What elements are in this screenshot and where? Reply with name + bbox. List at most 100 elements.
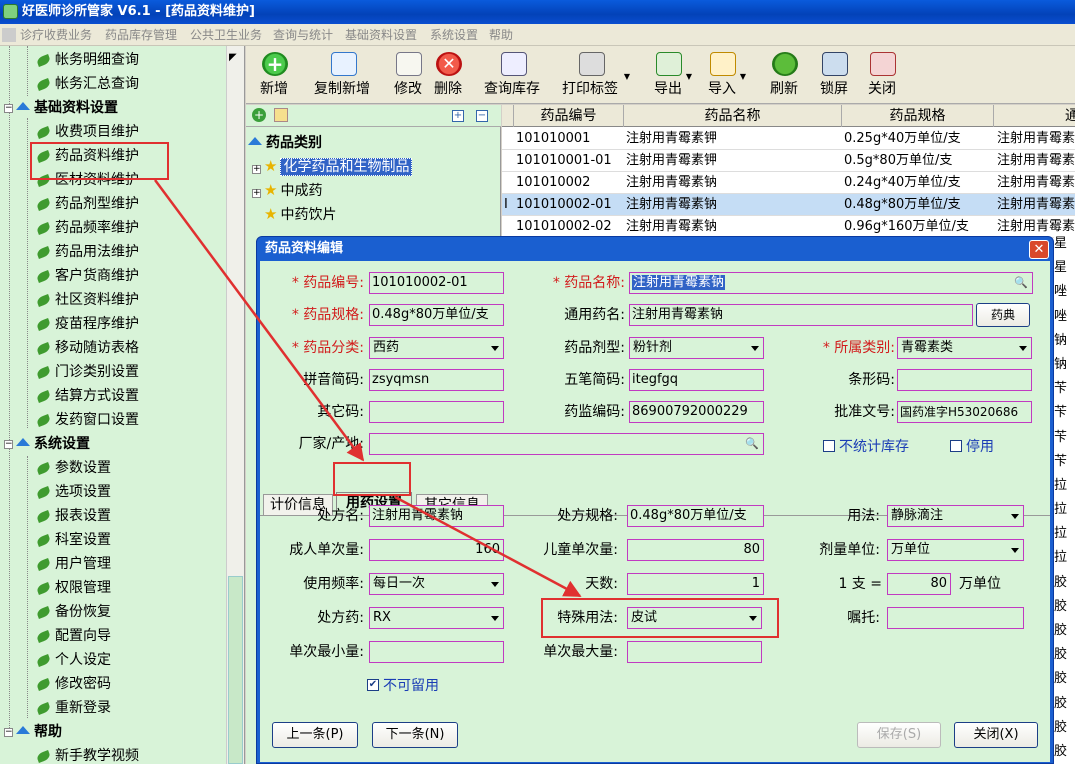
max-dose-input[interactable]: [627, 641, 762, 663]
special-usage-select[interactable]: 皮试: [627, 607, 762, 629]
dialog-close-icon[interactable]: ✕: [1029, 240, 1049, 259]
sidebar-item-params[interactable]: 参数设置: [35, 457, 111, 479]
close-button[interactable]: 关闭: [868, 50, 898, 102]
spec-input[interactable]: 0.48g*80万单位/支: [369, 304, 504, 326]
pinyin-input[interactable]: zsyqmsn: [369, 369, 504, 391]
menu-item-query[interactable]: 查询与统计: [273, 24, 333, 46]
menu-item-public-health[interactable]: 公共卫生业务: [190, 24, 262, 46]
pharmacopeia-button[interactable]: 药典: [976, 303, 1030, 327]
import-button[interactable]: 导入 ▼: [708, 50, 746, 102]
category-node-chemical[interactable]: + ★ 化学药品和生物制品: [252, 156, 413, 176]
no-stock-checkbox[interactable]: 不统计库存: [823, 437, 909, 457]
sidebar-item-followup[interactable]: 移动随访表格: [35, 337, 139, 359]
conversion-input[interactable]: 80: [887, 573, 951, 595]
sidebar-item-password[interactable]: 修改密码: [35, 673, 111, 695]
no-keep-checkbox[interactable]: ✔ 不可留用: [367, 676, 439, 696]
adult-dose-input[interactable]: 160: [369, 539, 504, 561]
disabled-checkbox[interactable]: 停用: [950, 437, 994, 457]
menu-item-help[interactable]: 帮助: [489, 24, 513, 46]
collapse-all-icon[interactable]: −: [476, 110, 488, 122]
delete-button[interactable]: ✕ 删除: [434, 50, 464, 102]
sidebar-item-tutorial[interactable]: 新手教学视频: [35, 745, 139, 764]
rx-name-input[interactable]: 注射用青霉素钠: [369, 505, 504, 527]
menu-item-system[interactable]: 系统设置: [430, 24, 478, 46]
sidebar-item-community[interactable]: 社区资料维护: [35, 289, 139, 311]
sidebar-group-basic[interactable]: − 基础资料设置: [4, 97, 118, 119]
prev-button[interactable]: 上一条(P): [272, 722, 358, 748]
menu-item-stock[interactable]: 药品库存管理: [105, 24, 177, 46]
sidebar-item-account-detail[interactable]: 帐务明细查询: [35, 49, 139, 71]
sidebar-item-personal[interactable]: 个人设定: [35, 649, 111, 671]
sidebar-item-account-summary[interactable]: 帐务汇总查询: [35, 73, 139, 95]
maker-input[interactable]: 🔍: [369, 433, 764, 455]
save-button[interactable]: 保存(S): [857, 722, 941, 748]
sidebar-scrollbar[interactable]: ◤: [226, 46, 244, 764]
dialog-close-button[interactable]: 关闭(X): [954, 722, 1038, 748]
generic-name-input[interactable]: 注射用青霉素钠: [629, 304, 973, 326]
edit-button[interactable]: 修改: [394, 50, 424, 102]
approval-input[interactable]: 国药准字H53020686: [897, 401, 1032, 423]
sidebar-item-fee[interactable]: 收费项目维护: [35, 121, 139, 143]
table-row[interactable]: 101010001-01 注射用青霉素钾 0.5g*80万单位/支 注射用青霉素: [502, 150, 1075, 172]
sidebar-item-wizard[interactable]: 配置向导: [35, 625, 111, 647]
collapse-panel-icon[interactable]: ◤: [229, 52, 237, 63]
sidebar-group-help[interactable]: − 帮助: [4, 721, 62, 743]
edit-category-icon[interactable]: [274, 108, 288, 122]
copy-add-button[interactable]: 复制新增: [314, 50, 374, 102]
menu-item-clinic[interactable]: 诊疗收费业务: [20, 24, 92, 46]
lock-screen-button[interactable]: 锁屏: [820, 50, 850, 102]
col-spec-header[interactable]: 药品规格: [842, 105, 994, 127]
sidebar-item-window[interactable]: 发药窗口设置: [35, 409, 139, 431]
route-select[interactable]: 静脉滴注: [887, 505, 1024, 527]
category-root[interactable]: 药品类别: [248, 132, 322, 154]
expand-all-icon[interactable]: +: [452, 110, 464, 122]
table-row-selected[interactable]: I 101010002-01 注射用青霉素钠 0.48g*80万单位/支 注射用青霉素: [502, 194, 1075, 216]
add-button[interactable]: + 新增: [260, 50, 290, 102]
export-button[interactable]: 导出 ▼: [654, 50, 692, 102]
category-node-tcm-pieces[interactable]: ★ 中药饮片: [264, 204, 336, 224]
min-dose-input[interactable]: [369, 641, 504, 663]
col-generic-header[interactable]: 通: [994, 105, 1075, 127]
sidebar-group-system[interactable]: − 系统设置: [4, 433, 90, 455]
other-code-input[interactable]: [369, 401, 504, 423]
refresh-button[interactable]: 刷新: [770, 50, 800, 102]
sidebar-item-drug[interactable]: 药品资料维护: [35, 145, 139, 167]
sidebar-item-permissions[interactable]: 权限管理: [35, 577, 111, 599]
sidebar-item-dept[interactable]: 科室设置: [35, 529, 111, 551]
sidebar-item-usage[interactable]: 药品用法维护: [35, 241, 139, 263]
sidebar-item-clinic-type[interactable]: 门诊类别设置: [35, 361, 139, 383]
print-label-button[interactable]: 打印标签 ▼: [562, 50, 630, 102]
days-input[interactable]: 1: [627, 573, 764, 595]
scrollbar-thumb[interactable]: [228, 576, 243, 764]
next-button[interactable]: 下一条(N): [372, 722, 458, 748]
sidebar-item-material[interactable]: 医材资料维护: [35, 169, 139, 191]
sidebar-item-supplier[interactable]: 客户货商维护: [35, 265, 139, 287]
category-select[interactable]: 西药: [369, 337, 504, 359]
table-row[interactable]: 101010002 注射用青霉素钠 0.24g*40万单位/支 注射用青霉素: [502, 172, 1075, 194]
child-dose-input[interactable]: 80: [627, 539, 764, 561]
sidebar-item-form[interactable]: 药品剂型维护: [35, 193, 139, 215]
query-stock-button[interactable]: 查询库存: [484, 50, 544, 102]
name-input[interactable]: 注射用青霉素钠 🔍: [629, 272, 1033, 294]
sidebar-item-options[interactable]: 选项设置: [35, 481, 111, 503]
code-input[interactable]: 101010002-01: [369, 272, 504, 294]
add-category-icon[interactable]: +: [252, 108, 266, 122]
sidebar-item-vaccine[interactable]: 疫苗程序维护: [35, 313, 139, 335]
wubi-input[interactable]: itegfgq: [629, 369, 764, 391]
sidebar-item-backup[interactable]: 备份恢复: [35, 601, 111, 623]
col-name-header[interactable]: 药品名称: [624, 105, 842, 127]
dose-unit-select[interactable]: 万单位: [887, 539, 1024, 561]
col-code-header[interactable]: 药品编号: [514, 105, 624, 127]
menu-item-basic[interactable]: 基础资料设置: [345, 24, 417, 46]
category-node-tcm-patent[interactable]: + ★ 中成药: [252, 180, 322, 200]
sidebar-item-frequency[interactable]: 药品频率维护: [35, 217, 139, 239]
table-row[interactable]: 101010001 注射用青霉素钾 0.25g*40万单位/支 注射用青霉素: [502, 128, 1075, 150]
rx-drug-select[interactable]: RX: [369, 607, 504, 629]
table-row[interactable]: 101010002-02 注射用青霉素钠 0.96g*160万单位/支 注射用青霉素: [502, 216, 1075, 238]
sidebar-item-users[interactable]: 用户管理: [35, 553, 111, 575]
rx-spec-input[interactable]: 0.48g*80万单位/支: [627, 505, 764, 527]
sidebar-item-report[interactable]: 报表设置: [35, 505, 111, 527]
regulator-code-input[interactable]: 86900792000229: [629, 401, 764, 423]
barcode-input[interactable]: [897, 369, 1032, 391]
sidebar-item-settlement[interactable]: 结算方式设置: [35, 385, 139, 407]
